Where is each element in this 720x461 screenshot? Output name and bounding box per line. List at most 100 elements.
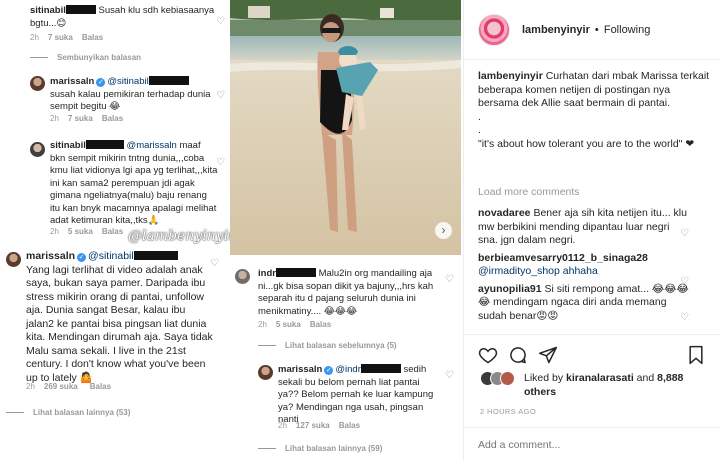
beach-photo-image bbox=[230, 0, 461, 255]
verified-badge-icon: ✓ bbox=[324, 366, 334, 375]
liked-by-avatars[interactable] bbox=[480, 371, 524, 387]
like-heart-icon[interactable]: ♡ bbox=[216, 16, 225, 27]
comment-text: bkn sempit mikirin tntng dunia,,,coba km… bbox=[50, 152, 218, 227]
view-more-replies-link[interactable]: Lihat balasan lainnya (59) bbox=[258, 444, 391, 453]
avatar[interactable] bbox=[235, 269, 250, 284]
reply-button[interactable]: Balas bbox=[102, 227, 123, 236]
profile-avatar[interactable] bbox=[478, 14, 510, 46]
comment-icon[interactable] bbox=[508, 345, 528, 365]
comment-1-meta: 2h 7 suka Balas bbox=[30, 33, 112, 42]
reply-button[interactable]: Balas bbox=[82, 33, 103, 42]
center-comment-panel: indr Malu2in org mandailing aja ni...gk … bbox=[230, 258, 461, 461]
avatar[interactable] bbox=[30, 142, 45, 157]
like-heart-icon[interactable]: ♡ bbox=[216, 157, 225, 168]
like-heart-icon[interactable]: ♡ bbox=[680, 228, 689, 239]
comment-text: sekali bu belom pernah liat pantai ya?? … bbox=[278, 376, 434, 426]
like-heart-icon[interactable]: ♡ bbox=[216, 90, 225, 101]
share-icon[interactable] bbox=[538, 345, 558, 365]
reply-button[interactable]: Balas bbox=[310, 320, 331, 329]
liker-username[interactable]: kiranalarasati bbox=[566, 372, 634, 384]
redacted-name bbox=[85, 140, 124, 149]
reply-button[interactable]: Balas bbox=[339, 421, 360, 430]
caption: lambenyinyir Curhatan dari mbak Marissa … bbox=[478, 70, 710, 151]
caption-dot: . bbox=[478, 124, 481, 136]
like-heart-icon[interactable]: ♡ bbox=[445, 274, 454, 285]
comment-2-meta: 2h 7 suka Balas bbox=[50, 114, 124, 123]
comment-5-meta: 2h 5 suka Balas bbox=[258, 320, 332, 329]
caption-quote: "it's about how tolerant you are to the … bbox=[478, 137, 695, 150]
add-comment-input[interactable] bbox=[478, 436, 678, 454]
comment-text: @irmadityo_shop ahhaha bbox=[478, 265, 598, 277]
comment-username[interactable]: marissaln bbox=[278, 364, 322, 375]
caption-dot: . bbox=[478, 110, 481, 123]
avatar bbox=[500, 371, 515, 386]
verified-badge-icon: ✓ bbox=[77, 253, 87, 262]
comment-username[interactable]: indr bbox=[258, 268, 276, 279]
comment-6-meta: 2h 127 suka Balas bbox=[278, 421, 361, 430]
comment-3: sitinabil @marissaln maaf bkn sempit mik… bbox=[50, 140, 218, 227]
comment-3-meta: 2h 5 suka Balas bbox=[50, 227, 124, 236]
comment-username[interactable]: sitinabil bbox=[30, 5, 66, 16]
like-heart-icon[interactable]: ♡ bbox=[680, 276, 689, 287]
load-more-comments-link[interactable]: Load more comments bbox=[478, 186, 580, 198]
comment-username[interactable]: sitinabil bbox=[50, 140, 86, 151]
avatar[interactable] bbox=[6, 252, 21, 267]
watermark-text: @lambenyinyir bbox=[128, 228, 235, 244]
mention-link[interactable]: @indr bbox=[335, 364, 361, 375]
bookmark-icon[interactable] bbox=[686, 345, 706, 365]
comment-4-meta: 2h 269 suka Balas bbox=[26, 382, 112, 391]
comment-username[interactable]: novadaree bbox=[478, 207, 531, 219]
list-item: berbieamvesarry0112_b_sinaga28 @irmadity… bbox=[478, 252, 690, 279]
redacted-name bbox=[65, 5, 96, 14]
add-comment-bar bbox=[464, 427, 720, 461]
like-heart-icon[interactable]: ♡ bbox=[210, 258, 219, 269]
list-item: ayunopilia91 Si siti rempong amat... 😂😂😂… bbox=[478, 283, 690, 324]
reply-button[interactable]: Balas bbox=[102, 114, 123, 123]
comment-1: sitinabil Susah klu sdh kebiasaanya bgtu… bbox=[30, 5, 220, 30]
like-heart-icon[interactable]: ♡ bbox=[445, 370, 454, 381]
reply-line bbox=[30, 57, 48, 59]
hide-replies-link[interactable]: Sembunyikan balasan bbox=[30, 53, 150, 62]
comment-username[interactable]: berbieamvesarry0112_b_sinaga28 bbox=[478, 252, 648, 264]
post-timestamp: 2 HOURS AGO bbox=[480, 407, 537, 416]
post-sidebar: lambenyinyir • Following lambenyinyir Cu… bbox=[463, 0, 720, 461]
redacted-name bbox=[148, 76, 189, 85]
post-photo[interactable]: › bbox=[230, 0, 461, 255]
comment-username[interactable]: marissaln bbox=[50, 76, 94, 87]
left-comment-panel: sitinabil Susah klu sdh kebiasaanya bgtu… bbox=[0, 0, 235, 461]
comment-5: indr Malu2in org mandailing aja ni...gk … bbox=[258, 268, 438, 318]
reply-button[interactable]: Balas bbox=[90, 382, 111, 391]
comment-likes[interactable]: 7 suka bbox=[48, 33, 73, 42]
avatar[interactable] bbox=[258, 365, 273, 380]
header-username[interactable]: lambenyinyir bbox=[522, 24, 590, 36]
comment-time: 2h bbox=[30, 33, 39, 42]
caption-username[interactable]: lambenyinyir bbox=[478, 70, 543, 82]
comment-text: Yang lagi terlihat di video adalah anak … bbox=[26, 263, 213, 384]
comment-username[interactable]: ayunopilia91 bbox=[478, 283, 542, 295]
likes-summary: Liked by kiranalarasati and 8,888 others bbox=[524, 372, 684, 398]
like-heart-icon[interactable]: ♡ bbox=[680, 312, 689, 323]
following-button[interactable]: Following bbox=[604, 24, 650, 36]
comment-username[interactable]: marissaln bbox=[26, 250, 75, 262]
separator-dot: • bbox=[594, 24, 599, 36]
mention-link[interactable]: @sitinabil bbox=[88, 250, 134, 262]
list-item: novadaree Bener aja sih kita netijen itu… bbox=[478, 207, 690, 248]
view-previous-replies-link[interactable]: Lihat balasan sebelumnya (5) bbox=[258, 341, 406, 350]
post-header: lambenyinyir • Following bbox=[464, 0, 720, 60]
heart-icon[interactable] bbox=[478, 345, 498, 365]
redacted-name bbox=[360, 364, 401, 373]
next-image-button[interactable]: › bbox=[435, 222, 452, 239]
comment-text: susah kalau pemikiran terhadap dunia sem… bbox=[50, 88, 211, 113]
comment-6: marissaln ✓ @indr sedih sekali bu belom pe… bbox=[278, 364, 434, 426]
comment-2: marissaln ✓ @sitinabil susah kalau pemikir… bbox=[50, 76, 220, 114]
redacted-name bbox=[133, 251, 178, 260]
mention-link[interactable]: @marissaln bbox=[127, 140, 177, 151]
header-user-line: lambenyinyir • Following bbox=[522, 24, 650, 36]
action-bar: Liked by kiranalarasati and 8,888 others… bbox=[464, 334, 720, 461]
avatar[interactable] bbox=[30, 76, 45, 91]
comment-list: novadaree Bener aja sih kita netijen itu… bbox=[478, 207, 690, 323]
comment-4: marissaln ✓ @sitinabil Yang lagi terlihat … bbox=[26, 250, 216, 385]
verified-badge-icon: ✓ bbox=[96, 78, 106, 87]
mention-link[interactable]: @sitinabil bbox=[107, 76, 148, 87]
view-more-replies-link[interactable]: Lihat balasan lainnya (53) bbox=[6, 408, 139, 417]
